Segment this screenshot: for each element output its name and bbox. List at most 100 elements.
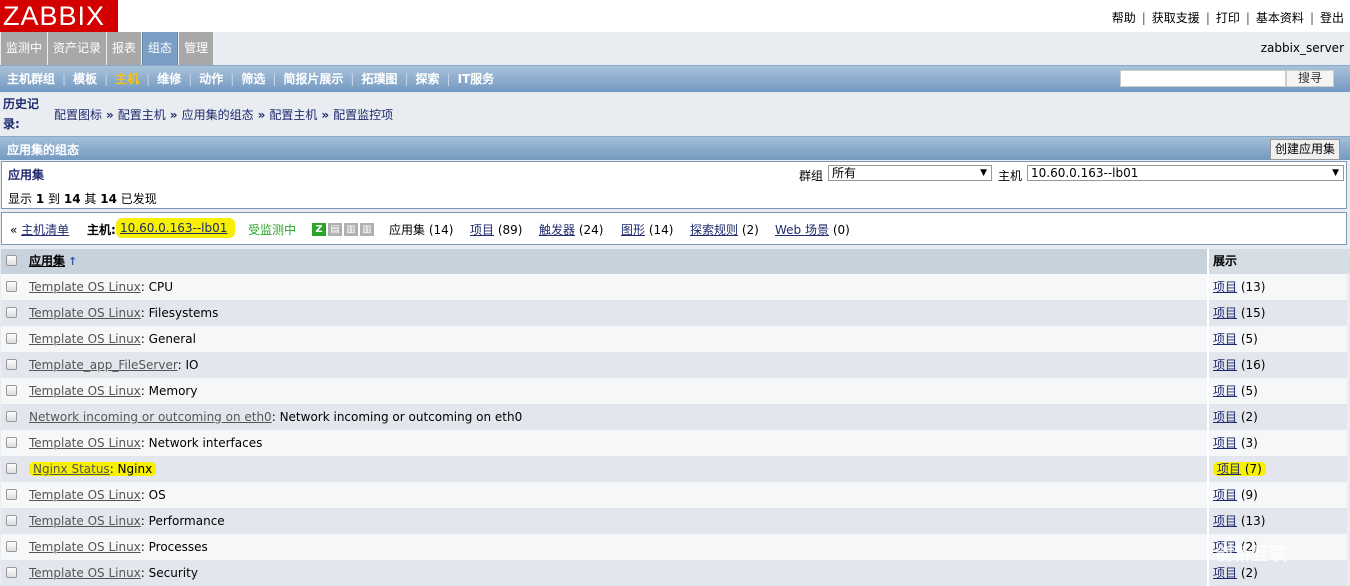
row-checkbox[interactable] (6, 307, 17, 318)
zabbix-agent-icon: Z (312, 223, 326, 236)
separator: | (146, 72, 151, 86)
breadcrumb-item[interactable]: 配置图标 (54, 108, 102, 122)
items-link[interactable]: 项目 (1213, 358, 1237, 372)
row-checkbox[interactable] (6, 515, 17, 526)
subnav-discovery[interactable]: 探索 (416, 72, 440, 86)
items-link[interactable]: 项目 (470, 223, 494, 237)
triggers-count: (24) (578, 223, 604, 237)
template-link[interactable]: Template OS Linux (29, 488, 141, 502)
template-link[interactable]: Network incoming or outcoming on eth0 (29, 410, 272, 424)
row-checkbox[interactable] (6, 463, 17, 474)
subnav-maintenance[interactable]: 维修 (157, 72, 181, 86)
items-count: (9) (1240, 488, 1258, 502)
table-row: Template OS Linux: Processes 项目 (2) (1, 534, 1347, 560)
search-button[interactable]: 搜寻 (1286, 70, 1334, 87)
breadcrumb-arrow-icon: » (321, 108, 330, 122)
subnav-actions[interactable]: 动作 (199, 72, 223, 86)
items-link[interactable]: 项目 (1213, 306, 1237, 320)
page-title: 应用集的组态 (7, 143, 80, 157)
availability-badges: Z ▤ ▥ ▥ (312, 222, 376, 236)
discovery-rules-link[interactable]: 探索规则 (690, 223, 738, 237)
application-name: Memory (148, 384, 198, 398)
count-text: 显示 (8, 192, 33, 206)
filter-title: 应用集 (8, 168, 45, 182)
row-checkbox[interactable] (6, 385, 17, 396)
tab-configuration[interactable]: 组态 (142, 32, 179, 65)
subnav-maps[interactable]: 拓璞图 (361, 72, 397, 86)
items-count: (16) (1240, 358, 1266, 372)
template-link[interactable]: Template OS Linux (29, 540, 141, 554)
template-link[interactable]: Template_app_FileServer (29, 358, 178, 372)
profile-link[interactable]: 基本资料 (1256, 11, 1304, 25)
row-checkbox[interactable] (6, 281, 17, 292)
row-checkbox[interactable] (6, 411, 17, 422)
items-link[interactable]: 项目 (1213, 514, 1237, 528)
graphs-link[interactable]: 图形 (621, 223, 645, 237)
help-link[interactable]: 帮助 (1112, 11, 1136, 25)
separator: : (140, 332, 149, 346)
host-select-value: 10.60.0.163--lb01 (1031, 166, 1139, 180)
separator: | (230, 72, 235, 86)
row-checkbox[interactable] (6, 541, 17, 552)
application-name: Network incoming or outcoming on eth0 (279, 410, 523, 424)
applications-label: 应用集 (389, 223, 426, 237)
separator: | (62, 72, 67, 86)
template-link[interactable]: Template OS Linux (29, 280, 141, 294)
template-link[interactable]: Template OS Linux (29, 566, 141, 580)
tab-administration[interactable]: 管理 (179, 32, 214, 65)
subnav-templates[interactable]: 模板 (73, 72, 97, 86)
subnav-screens[interactable]: 筛选 (241, 72, 265, 86)
template-link[interactable]: Template OS Linux (29, 332, 141, 346)
search-input[interactable] (1120, 70, 1286, 87)
applications-count: (14) (428, 223, 454, 237)
items-link[interactable]: 项目 (1213, 488, 1237, 502)
template-link[interactable]: Template OS Linux (29, 384, 141, 398)
logout-link[interactable]: 登出 (1320, 11, 1344, 25)
row-checkbox[interactable] (6, 567, 17, 578)
items-link[interactable]: 项目 (1213, 566, 1237, 580)
template-link[interactable]: Template OS Linux (29, 514, 141, 528)
triggers-link[interactable]: 触发器 (539, 223, 575, 237)
template-link[interactable]: Nginx Status (33, 462, 110, 476)
host-list-link[interactable]: 主机清单 (21, 223, 69, 237)
breadcrumb-item[interactable]: 配置主机 (269, 108, 317, 122)
tab-monitoring[interactable]: 监测中 (1, 32, 48, 65)
table-row: Template OS Linux: Network interfaces 项目 … (1, 430, 1347, 456)
row-checkbox[interactable] (6, 437, 17, 448)
items-link[interactable]: 项目 (1213, 280, 1237, 294)
items-link[interactable]: 项目 (1213, 436, 1237, 450)
host-select[interactable]: 10.60.0.163--lb01 ▼ (1027, 165, 1344, 181)
subnav-it-services[interactable]: IT服务 (458, 72, 495, 86)
template-link[interactable]: Template OS Linux (29, 436, 141, 450)
print-link[interactable]: 打印 (1216, 11, 1240, 25)
row-checkbox[interactable] (6, 333, 17, 344)
support-link[interactable]: 获取支援 (1152, 11, 1200, 25)
table-row: Template OS Linux: CPU 项目 (13) (1, 274, 1347, 300)
host-status[interactable]: 受监测中 (248, 221, 296, 238)
column-header-applications[interactable]: 应用集 (29, 254, 65, 268)
subnav-slide-shows[interactable]: 简报片展示 (283, 72, 343, 86)
items-link[interactable]: 项目 (1217, 462, 1241, 476)
breadcrumb-item[interactable]: 配置主机 (118, 108, 166, 122)
breadcrumb-item[interactable]: 配置监控项 (333, 108, 393, 122)
items-link[interactable]: 项目 (1213, 332, 1237, 346)
template-link[interactable]: Template OS Linux (29, 306, 141, 320)
select-all-checkbox[interactable] (6, 255, 17, 266)
subnav-hosts[interactable]: 主机 (115, 72, 139, 86)
tab-inventory[interactable]: 资产记录 (48, 32, 107, 65)
breadcrumb-item[interactable]: 应用集的组态 (182, 108, 254, 122)
row-checkbox[interactable] (6, 359, 17, 370)
row-checkbox[interactable] (6, 489, 17, 500)
zabbix-logo[interactable]: ZABBIX (0, 0, 118, 32)
tab-reports[interactable]: 报表 (107, 32, 142, 65)
items-link[interactable]: 项目 (1213, 410, 1237, 424)
group-select[interactable]: 所有 ▼ (828, 165, 992, 181)
items-link[interactable]: 项目 (1213, 384, 1237, 398)
count-to: 14 (63, 192, 81, 206)
host-name-link[interactable]: 10.60.0.163--lb01 (120, 221, 227, 235)
separator: | (188, 72, 193, 86)
create-application-button[interactable]: 创建应用集 (1269, 139, 1340, 160)
web-scenarios-link[interactable]: Web 场景 (775, 223, 829, 237)
subnav-host-groups[interactable]: 主机群组 (7, 72, 55, 86)
table-row: Template OS Linux: General 项目 (5) (1, 326, 1347, 352)
